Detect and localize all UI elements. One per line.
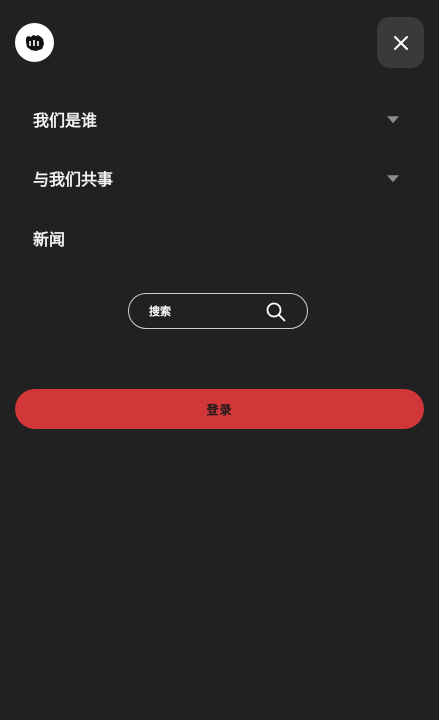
fist-logo-icon [25, 34, 44, 51]
nav-item-label: 与我们共事 [33, 170, 114, 189]
close-button[interactable] [377, 17, 424, 68]
search-input[interactable] [149, 300, 259, 322]
search-icon[interactable] [265, 301, 287, 323]
login-button-label: 登录 [206, 402, 233, 417]
logo[interactable] [15, 23, 54, 62]
nav-item-work-with-us[interactable]: 与我们共事 [0, 153, 439, 203]
nav-item-label: 新闻 [33, 230, 66, 249]
search-box[interactable] [128, 293, 308, 329]
caret-down-icon[interactable] [387, 175, 399, 183]
nav-item-label: 我们是谁 [33, 111, 98, 130]
login-button[interactable]: 登录 [15, 389, 424, 429]
nav-item-news[interactable]: 新闻 [0, 213, 439, 263]
close-icon [393, 35, 408, 50]
caret-down-icon[interactable] [387, 116, 399, 124]
nav-item-who-we-are[interactable]: 我们是谁 [0, 94, 439, 144]
